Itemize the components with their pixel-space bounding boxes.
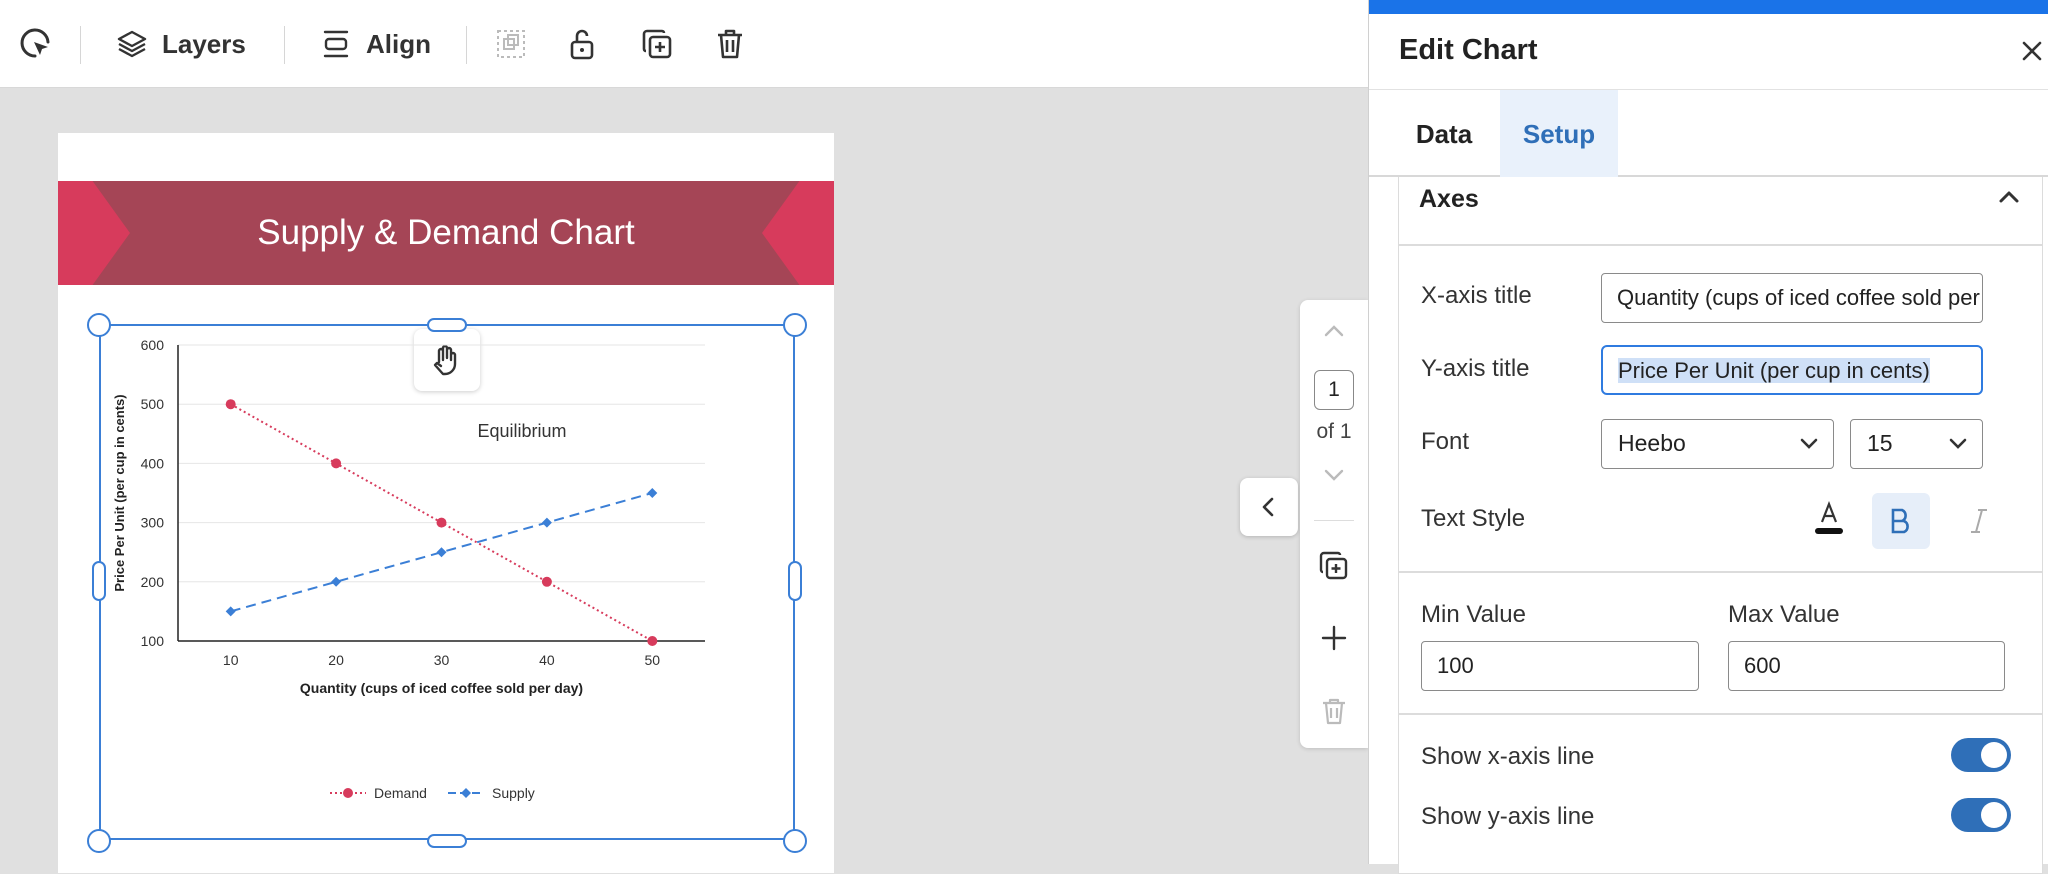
- show-y-axis-line-toggle[interactable]: [1951, 798, 2011, 832]
- resize-handle-bottom-left[interactable]: [87, 829, 111, 853]
- text-style-label: Text Style: [1421, 505, 1526, 532]
- trash-icon: [718, 29, 742, 59]
- pager-divider: [1314, 520, 1354, 521]
- banner-title[interactable]: Supply & Demand Chart: [58, 181, 834, 285]
- resize-handle-bottom[interactable]: [427, 834, 467, 848]
- chevron-left-icon: [1262, 497, 1274, 517]
- toolbar-divider: [466, 26, 467, 64]
- chevron-up-icon: [1999, 191, 2019, 203]
- edit-chart-panel: Edit Chart Data Setup Axes X-axis title …: [1368, 0, 2048, 874]
- x-axis-title-label: X-axis title: [1421, 282, 1532, 309]
- italic-icon: [1971, 509, 1987, 533]
- panel-tabs: Data Setup: [1369, 89, 2048, 178]
- layers-label: Layers: [162, 28, 246, 59]
- canvas-area: Supply & Demand Chart 100 200 300 400 500 600…: [0, 89, 1368, 873]
- y-axis-title-input[interactable]: Price Per Unit (per cup in cents): [1601, 345, 1983, 395]
- delete-page-icon[interactable]: [1320, 696, 1348, 726]
- group-icon: [497, 30, 525, 58]
- font-family-value: Heebo: [1618, 430, 1686, 456]
- toolbar-divider: [80, 26, 81, 64]
- max-value-label: Max Value: [1728, 601, 1840, 628]
- layers-icon: [117, 30, 147, 58]
- resize-handle-top[interactable]: [427, 318, 467, 332]
- bold-button[interactable]: [1872, 493, 1930, 549]
- chevron-down-icon: [1949, 438, 1967, 449]
- axes-title-settings: X-axis title Quantity (cups of iced coff…: [1398, 245, 2043, 572]
- unlock-button[interactable]: [566, 0, 598, 88]
- align-button[interactable]: Align: [320, 0, 431, 88]
- show-y-axis-line-label: Show y-axis line: [1421, 803, 1595, 830]
- text-color-button[interactable]: [1809, 494, 1849, 540]
- resize-handle-top-right[interactable]: [783, 313, 807, 337]
- resize-handle-top-left[interactable]: [87, 313, 111, 337]
- top-toolbar: Layers Align: [0, 0, 1368, 88]
- select-tool-button[interactable]: [18, 0, 54, 88]
- axes-section-header[interactable]: Axes: [1398, 177, 2043, 245]
- cursor-select-icon: [20, 28, 50, 58]
- italic-button[interactable]: [1954, 493, 2004, 549]
- font-family-select[interactable]: Heebo: [1601, 419, 1834, 469]
- y-axis-title-selected-text: Price Per Unit (per cup in cents): [1618, 358, 1930, 383]
- page-count: of 1: [1316, 420, 1352, 443]
- close-icon[interactable]: [2021, 40, 2043, 62]
- font-label: Font: [1421, 428, 1470, 455]
- page-navigator: 1 of 1: [1300, 300, 1368, 748]
- chevron-down-icon[interactable]: [1322, 466, 1346, 484]
- duplicate-button[interactable]: [640, 0, 674, 88]
- min-value-label: Min Value: [1421, 601, 1526, 628]
- axis-range-settings: Min Value 100 Max Value 600: [1398, 572, 2043, 714]
- resize-handle-bottom-right[interactable]: [783, 829, 807, 853]
- align-icon: [323, 30, 349, 58]
- chevron-up-icon[interactable]: [1322, 322, 1346, 340]
- layers-button[interactable]: Layers: [116, 0, 246, 88]
- axis-line-settings: Show x-axis line Show y-axis line: [1398, 714, 2043, 874]
- panel-accent-bar: [1369, 0, 2048, 14]
- group-button[interactable]: [494, 0, 528, 88]
- add-page-icon[interactable]: [1320, 624, 1348, 652]
- text-color-icon: [1815, 500, 1843, 534]
- y-axis-title-label: Y-axis title: [1421, 355, 1530, 382]
- resize-handle-right[interactable]: [788, 561, 802, 601]
- show-x-axis-line-toggle[interactable]: [1951, 738, 2011, 772]
- max-value-input[interactable]: 600: [1728, 641, 2005, 691]
- show-x-axis-line-label: Show x-axis line: [1421, 743, 1595, 770]
- resize-handle-left[interactable]: [92, 561, 106, 601]
- min-value-input[interactable]: 100: [1421, 641, 1699, 691]
- toolbar-divider: [284, 26, 285, 64]
- duplicate-page-icon[interactable]: [1318, 550, 1350, 582]
- bold-icon: [1891, 508, 1909, 534]
- tab-setup[interactable]: Setup: [1500, 90, 1618, 178]
- x-axis-title-input[interactable]: Quantity (cups of iced coffee sold per d…: [1601, 273, 1983, 323]
- duplicate-icon: [642, 29, 672, 59]
- delete-button[interactable]: [714, 0, 746, 88]
- tab-data[interactable]: Data: [1399, 90, 1489, 178]
- collapse-panel-button[interactable]: [1240, 478, 1298, 536]
- axes-heading: Axes: [1419, 185, 1479, 213]
- selection-border: [99, 324, 795, 840]
- unlock-icon: [570, 29, 594, 60]
- panel-title: Edit Chart: [1399, 34, 1538, 66]
- font-size-select[interactable]: 15: [1850, 419, 1983, 469]
- chevron-down-icon: [1800, 438, 1818, 449]
- font-size-value: 15: [1867, 430, 1893, 456]
- current-page-input[interactable]: 1: [1314, 370, 1354, 410]
- align-label: Align: [366, 28, 431, 59]
